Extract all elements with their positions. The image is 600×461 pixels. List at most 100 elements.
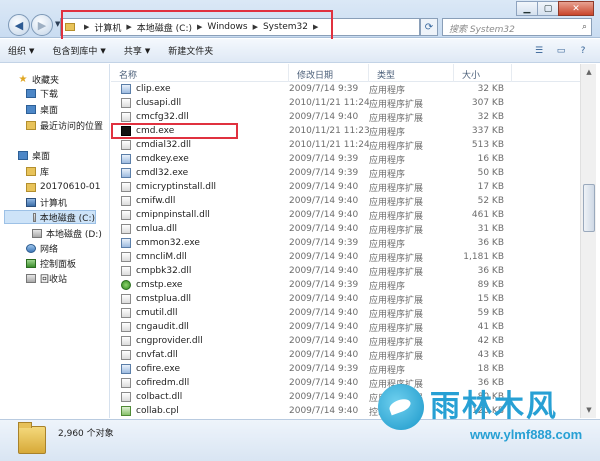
nav-label: 网络	[40, 244, 59, 255]
breadcrumb-system32[interactable]: System32 ▶	[263, 22, 323, 32]
view-options-icon[interactable]: ☰	[530, 43, 548, 58]
new-folder-label: 新建文件夹	[168, 47, 214, 57]
file-date: 2010/11/21 11:24	[289, 98, 370, 108]
file-type: 应用程序	[369, 127, 406, 138]
file-type: 应用程序扩展	[369, 141, 424, 152]
scroll-down-icon[interactable]: ▼	[582, 403, 596, 417]
chevron-down-icon: ▼	[100, 46, 106, 55]
application-icon	[121, 84, 131, 94]
file-row[interactable]: cmdkey.exe 2009/7/14 9:39 应用程序 16 KB	[111, 152, 580, 166]
column-header-size[interactable]: 大小	[454, 64, 512, 82]
refresh-button[interactable]: ⟳	[420, 18, 438, 36]
file-row[interactable]: cmicryptinstall.dll 2009/7/14 9:40 应用程序扩展 1…	[111, 180, 580, 194]
breadcrumb-label: Windows	[207, 22, 248, 32]
column-header-type[interactable]: 类型	[369, 64, 454, 82]
watermark-logo-icon	[378, 384, 424, 430]
nav-label: 收藏夹	[32, 75, 60, 86]
maximize-button[interactable]: ▢	[537, 1, 559, 16]
column-header-date[interactable]: 修改日期	[289, 64, 369, 82]
close-button[interactable]: ✕	[558, 1, 594, 16]
file-row[interactable]: cofire.exe 2009/7/14 9:39 应用程序 18 KB	[111, 362, 580, 376]
file-row[interactable]: cmstplua.dll 2009/7/14 9:40 应用程序扩展 15 KB	[111, 292, 580, 306]
watermark-url: www.ylmf888.com	[470, 427, 583, 442]
breadcrumb-label: 计算机	[94, 23, 122, 34]
nav-drive-c[interactable]: 本地磁盘 (C:)	[4, 210, 96, 224]
address-bar[interactable]: ▶ 计算机 ▶ 本地磁盘 (C:) ▶ Windows ▶ System32 ▶	[60, 18, 420, 36]
new-folder-button[interactable]: 新建文件夹	[168, 44, 213, 57]
breadcrumb-drive-c[interactable]: 本地磁盘 (C:) ▶	[137, 21, 208, 34]
file-row[interactable]: cmdial32.dll 2010/11/21 11:24 应用程序扩展 513 KB	[111, 138, 580, 152]
dll-file-icon	[121, 196, 131, 206]
chevron-down-icon: ▼	[29, 46, 35, 55]
preview-pane-icon[interactable]: ▭	[552, 43, 570, 58]
breadcrumb-computer[interactable]: 计算机 ▶	[94, 21, 136, 34]
file-row[interactable]: cmpbk32.dll 2009/7/14 9:40 应用程序扩展 36 KB	[111, 264, 580, 278]
scroll-up-icon[interactable]: ▲	[582, 65, 596, 79]
file-row[interactable]: cmncliM.dll 2009/7/14 9:40 应用程序扩展 1,181 KB	[111, 250, 580, 264]
file-row[interactable]: clip.exe 2009/7/14 9:39 应用程序 32 KB	[111, 82, 580, 96]
nav-recent-places[interactable]: 最近访问的位置	[26, 118, 103, 132]
nav-desktop[interactable]: 桌面	[18, 148, 50, 162]
breadcrumb-windows[interactable]: Windows ▶	[207, 22, 263, 32]
nav-label: 本地磁盘 (D:)	[46, 229, 102, 240]
search-icon[interactable]: ⌕	[582, 22, 587, 32]
nav-control-panel[interactable]: 控制面板	[26, 256, 76, 270]
file-row[interactable]: cmdl32.exe 2009/7/14 9:39 应用程序 50 KB	[111, 166, 580, 180]
file-row[interactable]: cmd.exe 2010/11/21 11:23 应用程序 337 KB	[111, 124, 580, 138]
file-row[interactable]: cnvfat.dll 2009/7/14 9:40 应用程序扩展 43 KB	[111, 348, 580, 362]
vertical-scrollbar[interactable]: ▲ ▼	[580, 64, 596, 418]
file-row[interactable]: cngaudit.dll 2009/7/14 9:40 应用程序扩展 41 KB	[111, 320, 580, 334]
file-date: 2009/7/14 9:40	[289, 336, 359, 346]
file-type: 应用程序	[369, 365, 406, 376]
nav-favorites[interactable]: ★ 收藏夹	[18, 72, 60, 86]
control-panel-icon	[26, 258, 36, 268]
organize-button[interactable]: 组织 ▼	[8, 44, 35, 58]
file-row[interactable]: cmstp.exe 2009/7/14 9:39 应用程序 89 KB	[111, 278, 580, 292]
nav-drive-d[interactable]: 本地磁盘 (D:)	[32, 226, 102, 240]
file-row[interactable]: cmipnpinstall.dll 2009/7/14 9:40 应用程序扩展 461…	[111, 208, 580, 222]
folder-icon	[26, 182, 36, 192]
file-name: cmstp.exe	[136, 280, 183, 290]
nav-computer[interactable]: 计算机	[26, 195, 67, 209]
nav-desktop-favorite[interactable]: 桌面	[26, 102, 58, 116]
nav-library[interactable]: 库	[26, 164, 49, 178]
file-size: 337 KB	[471, 126, 504, 136]
share-button[interactable]: 共享 ▼	[124, 44, 151, 58]
nav-downloads[interactable]: 下载	[26, 86, 58, 100]
file-row[interactable]: cmutil.dll 2009/7/14 9:40 应用程序扩展 59 KB	[111, 306, 580, 320]
file-row[interactable]: clusapi.dll 2010/11/21 11:24 应用程序扩展 307 KB	[111, 96, 580, 110]
forward-button[interactable]: ▶	[31, 14, 53, 36]
file-row[interactable]: cmifw.dll 2009/7/14 9:40 应用程序扩展 52 KB	[111, 194, 580, 208]
file-size: 32 KB	[477, 84, 504, 94]
nav-label: 本地磁盘 (C:)	[39, 213, 95, 224]
nav-label: 控制面板	[40, 259, 77, 270]
column-header-name[interactable]: 名称	[111, 64, 289, 82]
file-date: 2009/7/14 9:40	[289, 350, 359, 360]
file-row[interactable]: cmcfg32.dll 2009/7/14 9:40 应用程序扩展 32 KB	[111, 110, 580, 124]
file-row[interactable]: cmmon32.exe 2009/7/14 9:39 应用程序 36 KB	[111, 236, 580, 250]
scroll-thumb[interactable]	[583, 184, 595, 232]
file-name-cell: cmncliM.dll	[111, 252, 289, 262]
nav-network[interactable]: 网络	[26, 241, 58, 255]
file-date: 2009/7/14 9:40	[289, 378, 359, 388]
nav-recycle-bin[interactable]: 回收站	[26, 271, 67, 285]
breadcrumb-root-arrow[interactable]: ▶	[79, 23, 94, 31]
file-date: 2009/7/14 9:40	[289, 224, 359, 234]
include-in-library-button[interactable]: 包含到库中 ▼	[52, 44, 106, 58]
file-name: cmutil.dll	[136, 308, 178, 318]
dll-file-icon	[121, 308, 131, 318]
back-button[interactable]: ◀	[8, 14, 30, 36]
nav-folder-20170610[interactable]: 20170610-01	[26, 180, 101, 194]
minimize-button[interactable]: ▁	[516, 1, 538, 16]
nav-label: 桌面	[32, 151, 51, 162]
help-icon[interactable]: ?	[574, 43, 592, 58]
file-name: cmdl32.exe	[136, 168, 189, 178]
dll-file-icon	[121, 98, 131, 108]
file-row[interactable]: cmlua.dll 2009/7/14 9:40 应用程序扩展 31 KB	[111, 222, 580, 236]
chevron-down-icon: ▼	[144, 46, 151, 55]
search-input[interactable]: 搜索 System32 ⌕	[442, 18, 592, 36]
file-name-cell: cmstp.exe	[111, 280, 289, 290]
chevron-right-icon: ▶	[312, 23, 319, 31]
folder-icon	[18, 422, 46, 454]
file-row[interactable]: cngprovider.dll 2009/7/14 9:40 应用程序扩展 42 KB	[111, 334, 580, 348]
